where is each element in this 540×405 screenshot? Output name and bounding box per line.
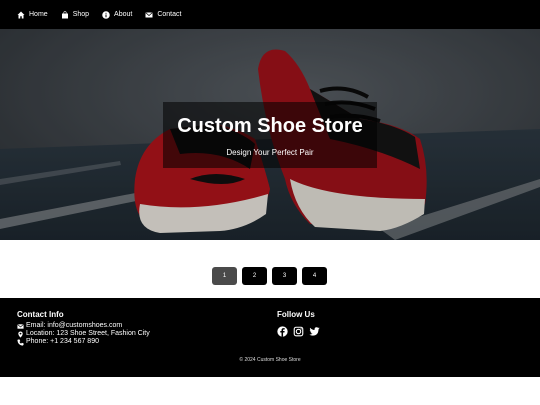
nav-shop[interactable]: Shop (61, 10, 90, 19)
page-button-4[interactable]: 4 (302, 267, 327, 285)
page-button-3[interactable]: 3 (272, 267, 297, 285)
nav-about-label: About (114, 11, 133, 18)
page-button-2[interactable]: 2 (242, 267, 267, 285)
map-marker-icon (18, 330, 23, 338)
contact-phone: Phone: +1 234 567 890 (17, 338, 150, 346)
contact-email-text: Email: info@customshoes.com (26, 322, 123, 329)
hero-subtitle: Design Your Perfect Pair (226, 148, 314, 157)
facebook-icon (277, 326, 288, 337)
footer: Contact Info Email: info@customshoes.com… (0, 298, 540, 377)
twitter-link[interactable] (309, 326, 320, 337)
contact-heading: Contact Info (17, 310, 64, 319)
nav-contact[interactable]: Contact (145, 11, 181, 19)
info-icon (102, 10, 110, 19)
top-nav: Home Shop About Contact (0, 0, 540, 29)
envelope-icon (145, 11, 153, 17)
follow-section: Follow Us (277, 310, 325, 337)
follow-heading: Follow Us (277, 310, 315, 319)
nav-home[interactable]: Home (17, 11, 48, 19)
contact-phone-text: Phone: +1 234 567 890 (26, 338, 99, 345)
contact-email: Email: info@customshoes.com (17, 322, 150, 330)
page-button-1[interactable]: 1 (212, 267, 237, 285)
social-links (277, 326, 325, 337)
shopping-bag-icon (61, 10, 68, 18)
nav-home-label: Home (29, 11, 48, 18)
instagram-icon (293, 326, 304, 337)
hero-title: Custom Shoe Store (177, 115, 363, 137)
contact-location-text: Location: 123 Shoe Street, Fashion City (26, 330, 150, 337)
envelope-icon (17, 323, 24, 329)
hero-caption-box: Custom Shoe Store Design Your Perfect Pa… (163, 102, 377, 168)
copyright-text: © 2024 Custom Shoe Store (239, 357, 301, 363)
nav-about[interactable]: About (102, 10, 133, 19)
home-icon (17, 11, 25, 18)
twitter-icon (309, 327, 320, 336)
nav-shop-label: Shop (72, 11, 90, 18)
instagram-link[interactable] (293, 326, 304, 337)
hero-banner: Custom Shoe Store Design Your Perfect Pa… (0, 29, 540, 240)
contact-location: Location: 123 Shoe Street, Fashion City (17, 330, 150, 338)
phone-icon (17, 338, 24, 346)
contact-info-section: Contact Info Email: info@customshoes.com… (17, 310, 150, 346)
facebook-link[interactable] (277, 326, 288, 337)
pagination: 1 2 3 4 (212, 267, 332, 285)
nav-contact-label: Contact (157, 11, 182, 18)
